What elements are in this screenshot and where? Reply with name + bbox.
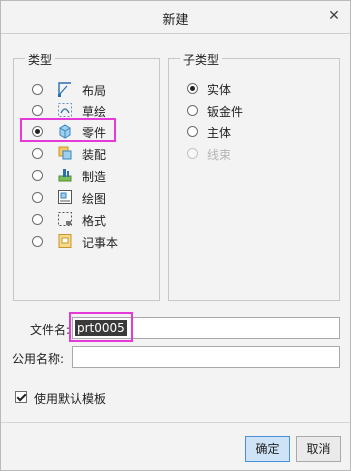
sketch-icon bbox=[58, 103, 72, 117]
close-icon[interactable]: ✕ bbox=[326, 8, 342, 24]
type-label-layout: 布局 bbox=[82, 84, 107, 98]
type-label-assembly: 装配 bbox=[82, 148, 107, 162]
default-template-checkbox[interactable] bbox=[15, 391, 27, 403]
body-radio[interactable] bbox=[187, 126, 198, 137]
drawing-icon bbox=[58, 190, 72, 204]
type-label-drawing: 绘图 bbox=[82, 192, 107, 206]
cancel-button[interactable]: 取消 bbox=[296, 436, 341, 462]
sheetmetal-radio[interactable] bbox=[187, 105, 198, 116]
sketch-radio[interactable] bbox=[32, 105, 43, 116]
type-option-format[interactable]: 格式 bbox=[14, 210, 159, 230]
subtype-label-body: 主体 bbox=[207, 126, 232, 140]
assembly-radio[interactable] bbox=[32, 148, 43, 159]
harness-radio bbox=[187, 148, 198, 159]
ok-button[interactable]: 确定 bbox=[245, 436, 290, 462]
notebook-radio[interactable] bbox=[32, 236, 43, 247]
subtype-label-harness: 线束 bbox=[207, 148, 232, 162]
subtype-option-harness: 线束 bbox=[169, 144, 337, 164]
type-label-notebook: 记事本 bbox=[82, 236, 119, 250]
notebook-icon bbox=[58, 234, 72, 248]
type-label-format: 格式 bbox=[82, 214, 107, 228]
layout-radio[interactable] bbox=[32, 84, 43, 95]
filename-value: prt0005 bbox=[75, 320, 127, 336]
dialog-title: 新建 bbox=[162, 13, 189, 28]
type-option-part[interactable]: 零件 bbox=[14, 122, 159, 142]
format-radio[interactable] bbox=[32, 214, 43, 225]
common-name-label: 公用名称: bbox=[12, 352, 65, 366]
subtype-option-solid[interactable]: 实体 bbox=[169, 79, 337, 99]
new-file-dialog: 新建 ✕ 类型 布局 草绘 零件 装配 制造 绘图 格式 记事本 子类型 实体 … bbox=[0, 0, 351, 471]
assembly-icon bbox=[58, 146, 72, 160]
title-divider bbox=[1, 33, 350, 34]
solid-radio[interactable] bbox=[187, 83, 198, 94]
subtype-group: 子类型 实体 钣金件 主体 线束 bbox=[168, 51, 340, 301]
manufacturing-radio[interactable] bbox=[32, 170, 43, 181]
subtype-label-solid: 实体 bbox=[207, 83, 232, 97]
type-option-sketch[interactable]: 草绘 bbox=[14, 101, 159, 121]
layout-icon bbox=[58, 82, 71, 97]
manufacturing-icon bbox=[58, 169, 72, 182]
button-divider bbox=[1, 422, 350, 423]
type-group: 类型 布局 草绘 零件 装配 制造 绘图 格式 记事本 bbox=[13, 51, 160, 301]
type-group-legend: 类型 bbox=[25, 51, 56, 68]
type-option-notebook[interactable]: 记事本 bbox=[14, 232, 159, 252]
subtype-option-sheetmetal[interactable]: 钣金件 bbox=[169, 101, 337, 121]
type-option-manufacturing[interactable]: 制造 bbox=[14, 166, 159, 186]
type-option-layout[interactable]: 布局 bbox=[14, 80, 159, 100]
type-option-assembly[interactable]: 装配 bbox=[14, 144, 159, 164]
format-icon bbox=[58, 212, 72, 226]
filename-label: 文件名: bbox=[30, 323, 71, 337]
type-option-drawing[interactable]: 绘图 bbox=[14, 188, 159, 208]
type-label-manufacturing: 制造 bbox=[82, 170, 107, 184]
subtype-group-legend: 子类型 bbox=[180, 51, 223, 68]
drawing-radio[interactable] bbox=[32, 192, 43, 203]
part-radio[interactable] bbox=[32, 126, 43, 137]
default-template-label: 使用默认模板 bbox=[34, 392, 107, 406]
title-bar: 新建 ✕ bbox=[1, 1, 350, 33]
subtype-option-body[interactable]: 主体 bbox=[169, 122, 337, 142]
common-name-input[interactable] bbox=[72, 346, 340, 368]
type-label-part: 零件 bbox=[82, 126, 107, 140]
type-label-sketch: 草绘 bbox=[82, 105, 107, 119]
part-icon bbox=[59, 124, 71, 139]
subtype-label-sheetmetal: 钣金件 bbox=[207, 105, 244, 119]
